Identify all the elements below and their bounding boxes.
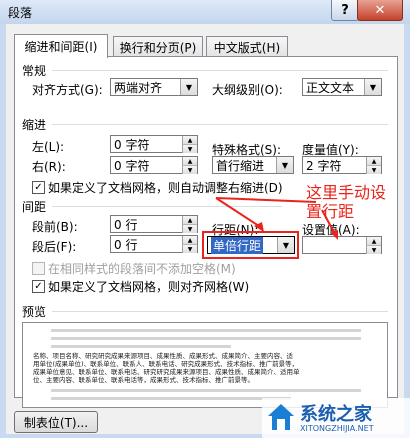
house-logo-icon xyxy=(268,404,294,430)
watermark-name: 系统之家 xyxy=(300,404,372,425)
watermark: 系统之家 XITONGZHIJIA.NET xyxy=(262,398,410,438)
watermark-url: XITONGZHIJIA.NET xyxy=(300,424,374,433)
annotation-arrow xyxy=(215,197,263,229)
tab-indent-spacing[interactable]: 缩进和间距(I) xyxy=(14,34,108,58)
arrowhead-icon xyxy=(330,230,338,240)
annotation-arrow xyxy=(215,197,317,203)
annotation-arrows xyxy=(215,197,338,240)
